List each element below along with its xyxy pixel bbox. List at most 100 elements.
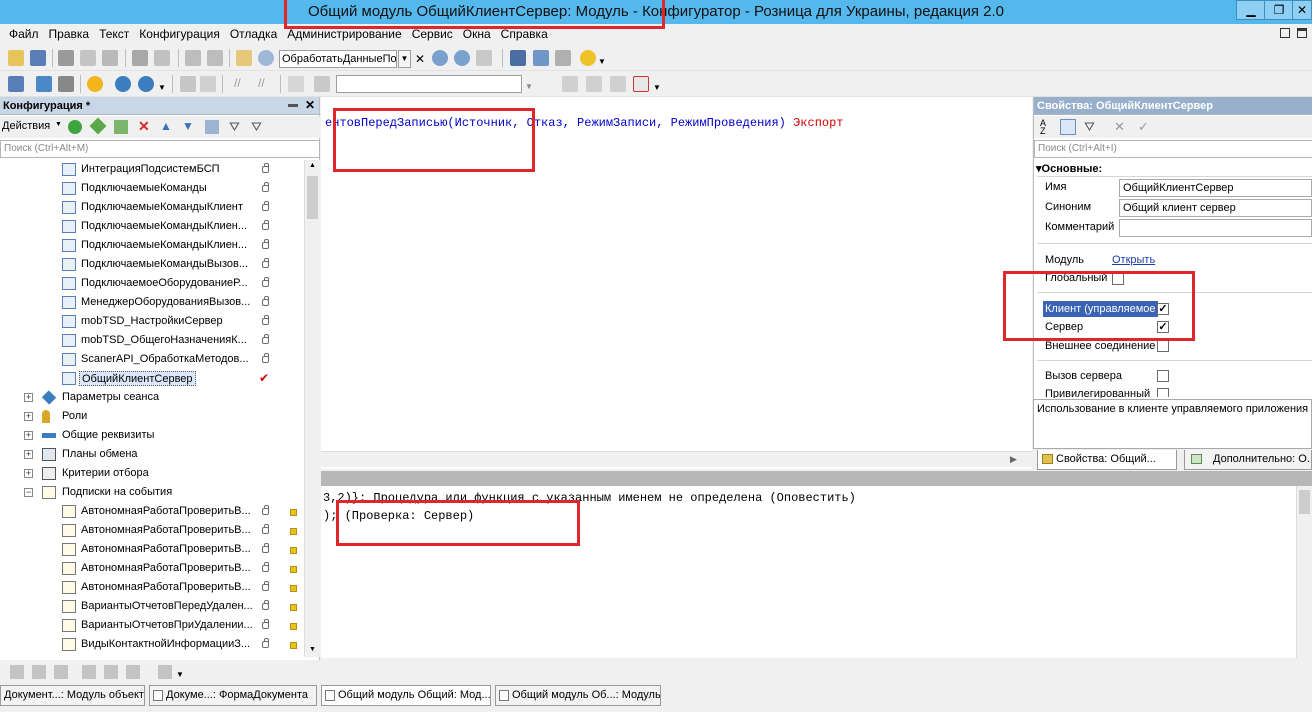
bookmark-icon[interactable] [10, 665, 24, 679]
print-icon[interactable] [132, 50, 148, 66]
procedure-combo[interactable]: ОбработатьДанныеПо [279, 50, 397, 68]
tree-item-module[interactable]: mobTSD_ОбщегоНазначенияК... [0, 331, 300, 350]
close-button[interactable]: ✕ [1292, 0, 1312, 20]
synonym-field[interactable]: Общий клиент сервер [1119, 199, 1312, 217]
menu-help[interactable]: Справка [496, 27, 553, 41]
filter-icon[interactable]: ⛛ [229, 119, 240, 135]
debug-out-icon[interactable] [610, 76, 626, 92]
tree-item-subscription[interactable]: ВидыКонтактнойИнформацииЗ... [0, 635, 300, 654]
bookmark-next-icon[interactable] [32, 665, 46, 679]
tree-item-module[interactable]: ScanerAPI_ОбработкаМетодов... [0, 350, 300, 369]
dropdown-icon[interactable]: ▼ [653, 83, 661, 92]
disable-breakpoint-icon[interactable] [200, 76, 216, 92]
chevron-down-icon[interactable]: ▼ [55, 121, 62, 128]
tree-item-module[interactable]: ПодключаемыеКоманды [0, 179, 300, 198]
tree-item-subscription[interactable]: АвтономнаяРаботаПроверитьВ... [0, 578, 300, 597]
tree-group-session-params[interactable]: + Параметры сеанса [0, 388, 300, 407]
tree-item-module-selected[interactable]: ОбщийКлиентСервер ✔ [0, 369, 300, 388]
new-icon[interactable] [8, 50, 24, 66]
privileged-checkbox[interactable] [1157, 388, 1169, 397]
find-icon[interactable] [236, 50, 252, 66]
cut-icon[interactable] [58, 50, 74, 66]
editor-hscrollbar[interactable]: ▶ [321, 451, 1032, 467]
tree-item-module[interactable]: ПодключаемыеКомандыКлиен... [0, 217, 300, 236]
update-config-icon[interactable] [58, 76, 74, 92]
globe-icon[interactable] [115, 76, 131, 92]
menu-service[interactable]: Сервис [407, 27, 458, 41]
minimize-button[interactable]: ▁ [1236, 0, 1266, 20]
redo-icon[interactable] [207, 50, 223, 66]
edit-icon[interactable] [89, 117, 107, 135]
menu-text[interactable]: Текст [94, 27, 134, 41]
tree-item-subscription[interactable]: АвтономнаяРаботаПроверитьВ... [0, 521, 300, 540]
tab-document-module[interactable]: Документ...: Модуль объекта [0, 685, 145, 706]
find-next-icon[interactable] [432, 50, 448, 66]
tree-item-subscription[interactable]: АвтономнаяРаботаПроверитьВ... [0, 502, 300, 521]
tree-item-module[interactable]: ПодключаемыеКомандыВызов... [0, 255, 300, 274]
tab-common-module-2[interactable]: Общий модуль Об...: Модуль [495, 685, 661, 706]
tree-item-subscription[interactable]: АвтономнаяРаботаПроверитьВ... [0, 540, 300, 559]
menu-file[interactable]: Файл [4, 27, 44, 41]
tree-group-filter-criteria[interactable]: + Критерии отбора [0, 464, 300, 483]
tree-group-common-attributes[interactable]: + Общие реквизиты [0, 426, 300, 445]
categorized-icon[interactable] [1060, 119, 1076, 135]
close-icon[interactable]: ✕ [1114, 119, 1125, 135]
external-connection-checkbox[interactable] [1157, 340, 1169, 352]
section-basic[interactable]: ▾Основные: [1036, 162, 1102, 175]
templates-icon[interactable] [555, 50, 571, 66]
tree-item-module[interactable]: ПодключаемоеОборудованиеР... [0, 274, 300, 293]
tree-item-module[interactable]: mobTSD_НастройкиСервер [0, 312, 300, 331]
search-icon[interactable] [258, 50, 274, 66]
close-icon[interactable]: ✕ [305, 98, 315, 112]
tree-item-module[interactable]: МенеджерОборудованияВызов... [0, 293, 300, 312]
clear-icon[interactable]: ✕ [413, 50, 427, 68]
tree-group-roles[interactable]: + Роли [0, 407, 300, 426]
breakpoint-icon[interactable] [180, 76, 196, 92]
delete-icon[interactable]: ✕ [138, 118, 150, 135]
move-down-icon[interactable]: ▼ [182, 119, 194, 133]
chevron-down-icon[interactable]: ▼ [398, 50, 411, 68]
copy-icon[interactable] [80, 50, 96, 66]
tab-common-module-1[interactable]: Общий модуль Общий: Мод... [321, 685, 491, 706]
messages-scrollbar[interactable] [1296, 486, 1312, 658]
server-call-checkbox[interactable] [1157, 370, 1169, 382]
stop-debug-icon[interactable] [633, 76, 649, 92]
scroll-down-icon[interactable]: ▼ [309, 646, 316, 653]
name-field[interactable]: ОбщийКлиентСервер [1119, 179, 1312, 197]
sort-icon[interactable] [205, 120, 219, 134]
add-icon[interactable] [68, 120, 82, 134]
comment-field[interactable] [1119, 219, 1312, 237]
module-combo[interactable] [336, 75, 522, 93]
tab-document-form[interactable]: Докуме...: ФормаДокумента [149, 685, 317, 706]
dropdown-icon[interactable]: ▼ [176, 670, 184, 679]
run-debug-icon[interactable] [87, 76, 103, 92]
config-scrollbar[interactable]: ▲ ▼ [304, 160, 320, 657]
paste-icon[interactable] [102, 50, 118, 66]
tab-properties[interactable]: Свойства: Общий... [1037, 450, 1177, 470]
debug-into-icon[interactable] [586, 76, 602, 92]
goto-icon[interactable] [314, 76, 330, 92]
mdi-minimize-icon[interactable] [1280, 28, 1290, 38]
comment-icon[interactable]: // [234, 76, 241, 90]
tree-item-module[interactable]: ПодключаемыеКомандыКлиент [0, 198, 300, 217]
tree-item-subscription[interactable]: АвтономнаяРаботаПроверитьВ... [0, 559, 300, 578]
sort-alpha-icon[interactable]: AZ [1040, 119, 1046, 136]
debug-step-icon[interactable] [562, 76, 578, 92]
web-client-icon[interactable] [138, 76, 154, 92]
syntax-assistant-icon[interactable] [510, 50, 526, 66]
open-module-link[interactable]: Открыть [1112, 254, 1155, 266]
config-search-input[interactable]: Поиск (Ctrl+Alt+M) [0, 140, 320, 158]
check-icon[interactable]: ✓ [1138, 119, 1149, 135]
find-prev-icon[interactable] [454, 50, 470, 66]
module-structure-icon[interactable] [158, 665, 172, 679]
restore-button[interactable]: ❐ [1264, 0, 1294, 20]
wrap-icon[interactable] [126, 665, 140, 679]
mdi-restore-icon[interactable] [1297, 28, 1307, 38]
indent-icon[interactable] [82, 665, 96, 679]
menu-windows[interactable]: Окна [458, 27, 496, 41]
undo-icon[interactable] [185, 50, 201, 66]
tree-item-module[interactable]: ИнтеграцияПодсистемБСП [0, 160, 300, 179]
tree-item-subscription[interactable]: ВариантыОтчетовПередУдален... [0, 597, 300, 616]
pin-icon[interactable]: ▬ [288, 99, 298, 110]
dropdown-icon[interactable]: ▼ [598, 57, 606, 66]
